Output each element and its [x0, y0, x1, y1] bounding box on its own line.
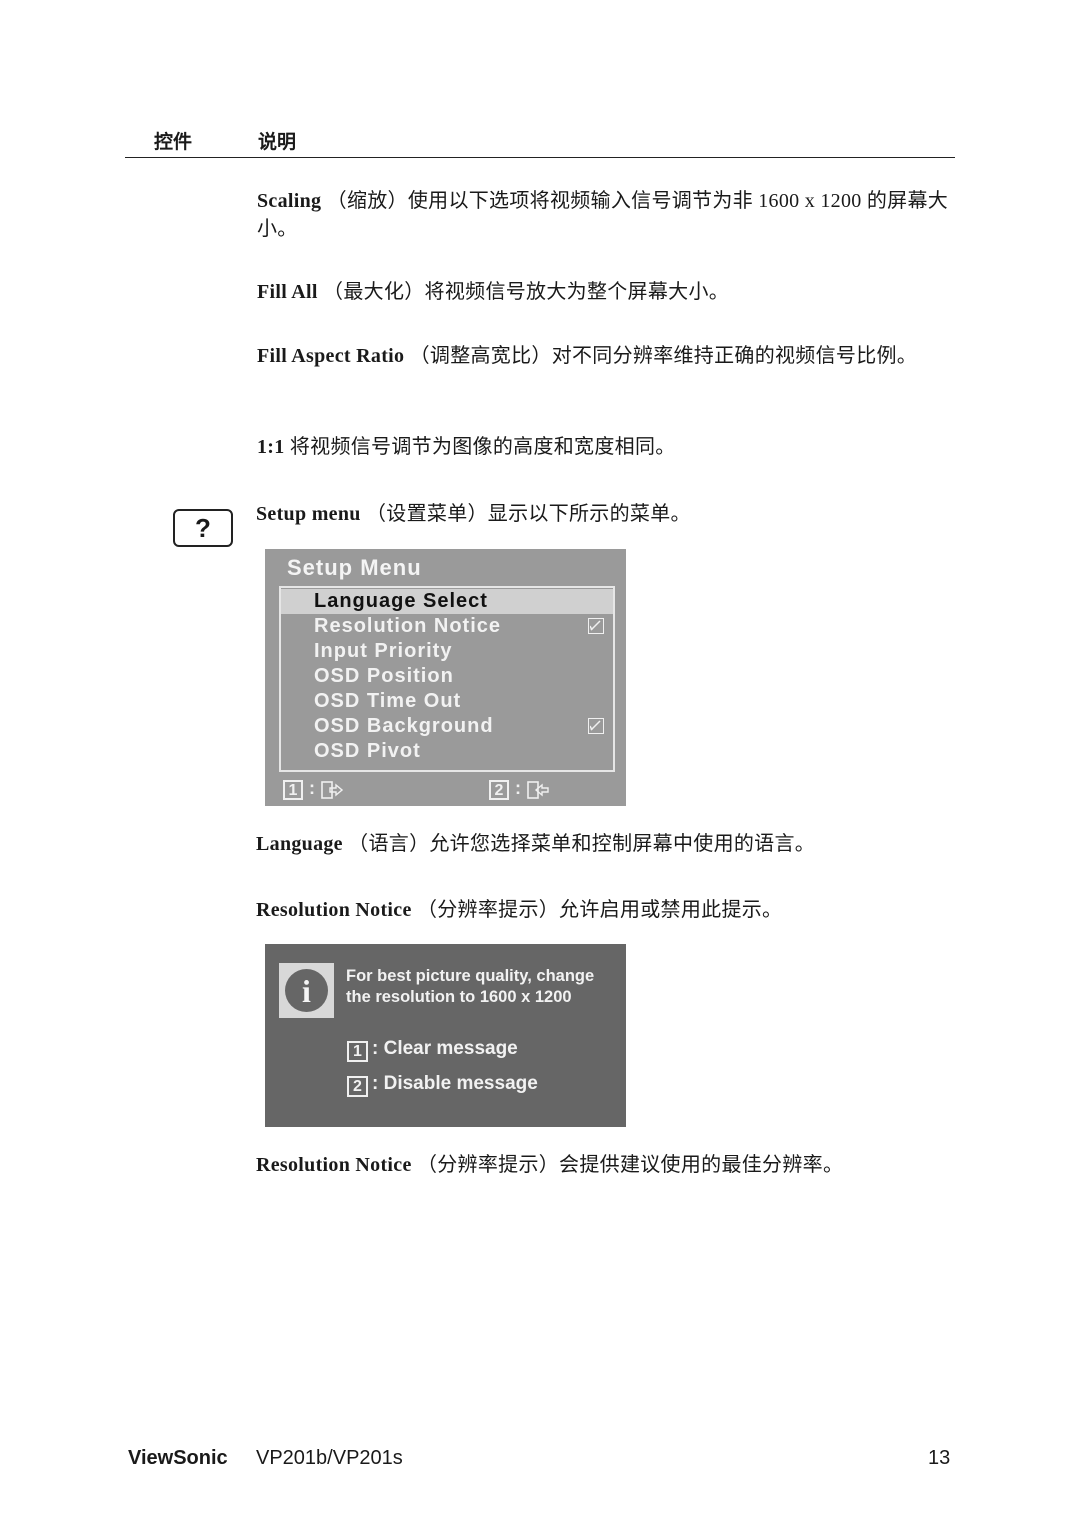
osd-item-label: Input Priority — [314, 640, 453, 662]
key-1-icon: 1 — [283, 780, 303, 800]
fill-aspect-term: Fill Aspect Ratio — [257, 345, 405, 367]
column-header-control: 控件 — [154, 131, 193, 153]
key-separator: : — [309, 778, 315, 798]
notice-message: For best picture quality, change the res… — [346, 966, 594, 1008]
fill-aspect-paragraph: Fill Aspect Ratio （调整高宽比）对不同分辨率维持正确的视频信号… — [257, 342, 957, 370]
clear-message-option[interactable]: 1: Clear message — [347, 1038, 518, 1062]
one-to-one-term: 1:1 — [257, 436, 285, 458]
scaling-text: （缩放）使用以下选项将视频输入信号调节为非 1600 x 1200 的屏幕大小。 — [257, 190, 949, 240]
setup-menu-paragraph: Setup menu （设置菜单）显示以下所示的菜单。 — [256, 500, 956, 528]
fill-all-term: Fill All — [257, 281, 318, 303]
fill-all-paragraph: Fill All （最大化）将视频信号放大为整个屏幕大小。 — [257, 278, 957, 306]
osd-title: Setup Menu — [287, 555, 422, 580]
footer-model: VP201b/VP201s — [256, 1447, 403, 1469]
language-term: Language — [256, 833, 343, 855]
one-to-one-paragraph: 1:1 将视频信号调节为图像的高度和宽度相同。 — [257, 433, 957, 461]
key-separator: : — [515, 778, 521, 798]
info-icon-box: i — [279, 963, 334, 1018]
resolution-notice-paragraph: Resolution Notice （分辨率提示）允许启用或禁用此提示。 — [256, 896, 956, 924]
osd-item-resolution-notice[interactable]: Resolution Notice — [281, 614, 613, 639]
setup-menu-osd: Setup Menu Language Select Resolution No… — [265, 549, 626, 806]
one-to-one-text: 将视频信号调节为图像的高度和宽度相同。 — [284, 436, 676, 458]
footer-brand: ViewSonic — [128, 1447, 228, 1469]
checkbox-checked-icon[interactable] — [588, 718, 604, 734]
osd-item-label: OSD Pivot — [314, 740, 421, 762]
fill-all-text: （最大化）将视频信号放大为整个屏幕大小。 — [317, 281, 730, 303]
exit-door-icon — [321, 781, 343, 799]
resolution-notice-text: （分辨率提示）允许启用或禁用此提示。 — [411, 899, 783, 921]
enter-door-icon — [527, 781, 549, 799]
osd-item-label: OSD Background — [314, 715, 494, 737]
osd-footer: 1 : 2 : — [281, 778, 611, 802]
resolution-notice-osd: i For best picture quality, change the r… — [265, 944, 626, 1127]
osd-item-osd-position[interactable]: OSD Position — [281, 664, 613, 689]
header-divider — [125, 157, 955, 158]
checkbox-checked-icon[interactable] — [588, 618, 604, 634]
column-header-description: 说明 — [258, 131, 297, 153]
notice-message-line2: the resolution to 1600 x 1200 — [346, 988, 572, 1006]
key-2-icon: 2 — [489, 780, 509, 800]
resolution-notice-text-2: （分辨率提示）会提供建议使用的最佳分辨率。 — [411, 1154, 844, 1176]
osd-item-label: Language Select — [314, 590, 488, 612]
clear-message-label: : Clear message — [372, 1038, 518, 1059]
language-text: （语言）允许您选择菜单和控制屏幕中使用的语言。 — [342, 833, 816, 855]
key-1-icon: 1 — [347, 1041, 368, 1062]
fill-aspect-text: （调整高宽比）对不同分辨率维持正确的视频信号比例。 — [404, 345, 918, 367]
page-number: 13 — [928, 1447, 951, 1469]
osd-menu-list: Language Select Resolution Notice Input … — [279, 586, 615, 772]
info-icon: i — [285, 969, 328, 1012]
language-paragraph: Language （语言）允许您选择菜单和控制屏幕中使用的语言。 — [256, 830, 956, 858]
osd-item-osd-background[interactable]: OSD Background — [281, 714, 613, 739]
resolution-notice-term: Resolution Notice — [256, 899, 412, 921]
scaling-paragraph: Scaling （缩放）使用以下选项将视频输入信号调节为非 1600 x 120… — [257, 187, 957, 243]
osd-item-label: Resolution Notice — [314, 615, 502, 637]
osd-item-language-select[interactable]: Language Select — [281, 589, 613, 614]
setup-menu-text: （设置菜单）显示以下所示的菜单。 — [360, 503, 691, 525]
help-question-icon: ? — [173, 509, 233, 547]
scaling-term: Scaling — [257, 190, 322, 212]
resolution-notice-term-2: Resolution Notice — [256, 1154, 412, 1176]
osd-item-label: OSD Position — [314, 665, 454, 687]
setup-menu-term: Setup menu — [256, 503, 361, 525]
osd-item-label: OSD Time Out — [314, 690, 462, 712]
disable-message-label: : Disable message — [372, 1073, 538, 1094]
resolution-notice-paragraph-2: Resolution Notice （分辨率提示）会提供建议使用的最佳分辨率。 — [256, 1151, 956, 1179]
key-2-icon: 2 — [347, 1076, 368, 1097]
notice-message-line1: For best picture quality, change — [346, 967, 595, 985]
disable-message-option[interactable]: 2: Disable message — [347, 1073, 538, 1097]
osd-item-input-priority[interactable]: Input Priority — [281, 639, 613, 664]
osd-item-osd-time-out[interactable]: OSD Time Out — [281, 689, 613, 714]
osd-item-osd-pivot[interactable]: OSD Pivot — [281, 739, 613, 764]
